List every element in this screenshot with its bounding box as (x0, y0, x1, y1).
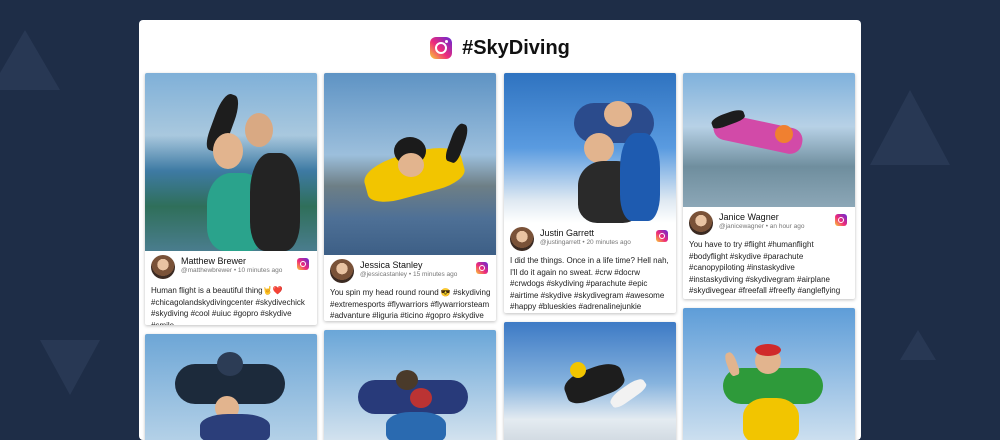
avatar[interactable] (689, 211, 713, 235)
post-card[interactable] (324, 330, 496, 440)
post-card[interactable]: Matthew Brewer @matthewbrewer • 10 minut… (145, 73, 317, 325)
instagram-icon (430, 37, 453, 59)
post-photo[interactable] (324, 330, 496, 440)
feed-panel: #SkyDiving Matthew Brewer @matthewbrewer… (139, 20, 861, 440)
page-title: #SkyDiving (462, 36, 570, 59)
post-caption: I did the things. Once in a life time? H… (510, 256, 669, 311)
post-handle-time: @matthewbrewer • 10 minutes ago (181, 267, 283, 274)
background-triangle (900, 330, 936, 360)
post-author[interactable]: Justin Garrett (540, 228, 594, 238)
post-card[interactable] (683, 308, 855, 440)
post-photo[interactable] (504, 322, 676, 440)
post-photo[interactable] (683, 73, 855, 207)
post-handle-time: @justingarrett • 20 minutes ago (540, 239, 631, 246)
avatar[interactable] (330, 259, 354, 283)
avatar[interactable] (510, 227, 534, 251)
post-handle-time: @janicewagner • an hour ago (719, 223, 805, 230)
instagram-icon[interactable] (297, 258, 309, 270)
background-triangle (40, 340, 100, 395)
post-photo[interactable] (324, 73, 496, 255)
post-card[interactable]: Justin Garrett @justingarrett • 20 minut… (504, 73, 676, 313)
post-card[interactable]: Jessica Stanley @jessicastanley • 15 min… (324, 73, 496, 321)
post-card[interactable]: Janice Wagner @janicewagner • an hour ag… (683, 73, 855, 299)
post-card[interactable] (504, 322, 676, 440)
avatar[interactable] (151, 255, 175, 279)
instagram-icon[interactable] (835, 214, 847, 226)
post-caption: Human flight is a beautiful thing🤘❤️#chi… (151, 286, 305, 325)
post-author[interactable]: Matthew Brewer (181, 256, 246, 266)
background-triangle (0, 30, 60, 90)
post-card[interactable] (145, 334, 317, 440)
post-author[interactable]: Janice Wagner (719, 212, 779, 222)
post-photo[interactable] (145, 73, 317, 251)
feed-header: #SkyDiving (139, 32, 861, 64)
post-caption: You have to try #flight #humanflight #bo… (689, 240, 841, 299)
post-photo[interactable] (504, 73, 676, 223)
instagram-icon[interactable] (656, 230, 668, 242)
instagram-icon[interactable] (476, 262, 488, 274)
background-triangle (870, 90, 950, 165)
post-caption: You spin my head round round 😎 #skydivin… (330, 288, 491, 320)
post-author[interactable]: Jessica Stanley (360, 260, 423, 270)
post-photo[interactable] (145, 334, 317, 440)
post-photo[interactable] (683, 308, 855, 440)
post-handle-time: @jessicastanley • 15 minutes ago (360, 271, 458, 278)
